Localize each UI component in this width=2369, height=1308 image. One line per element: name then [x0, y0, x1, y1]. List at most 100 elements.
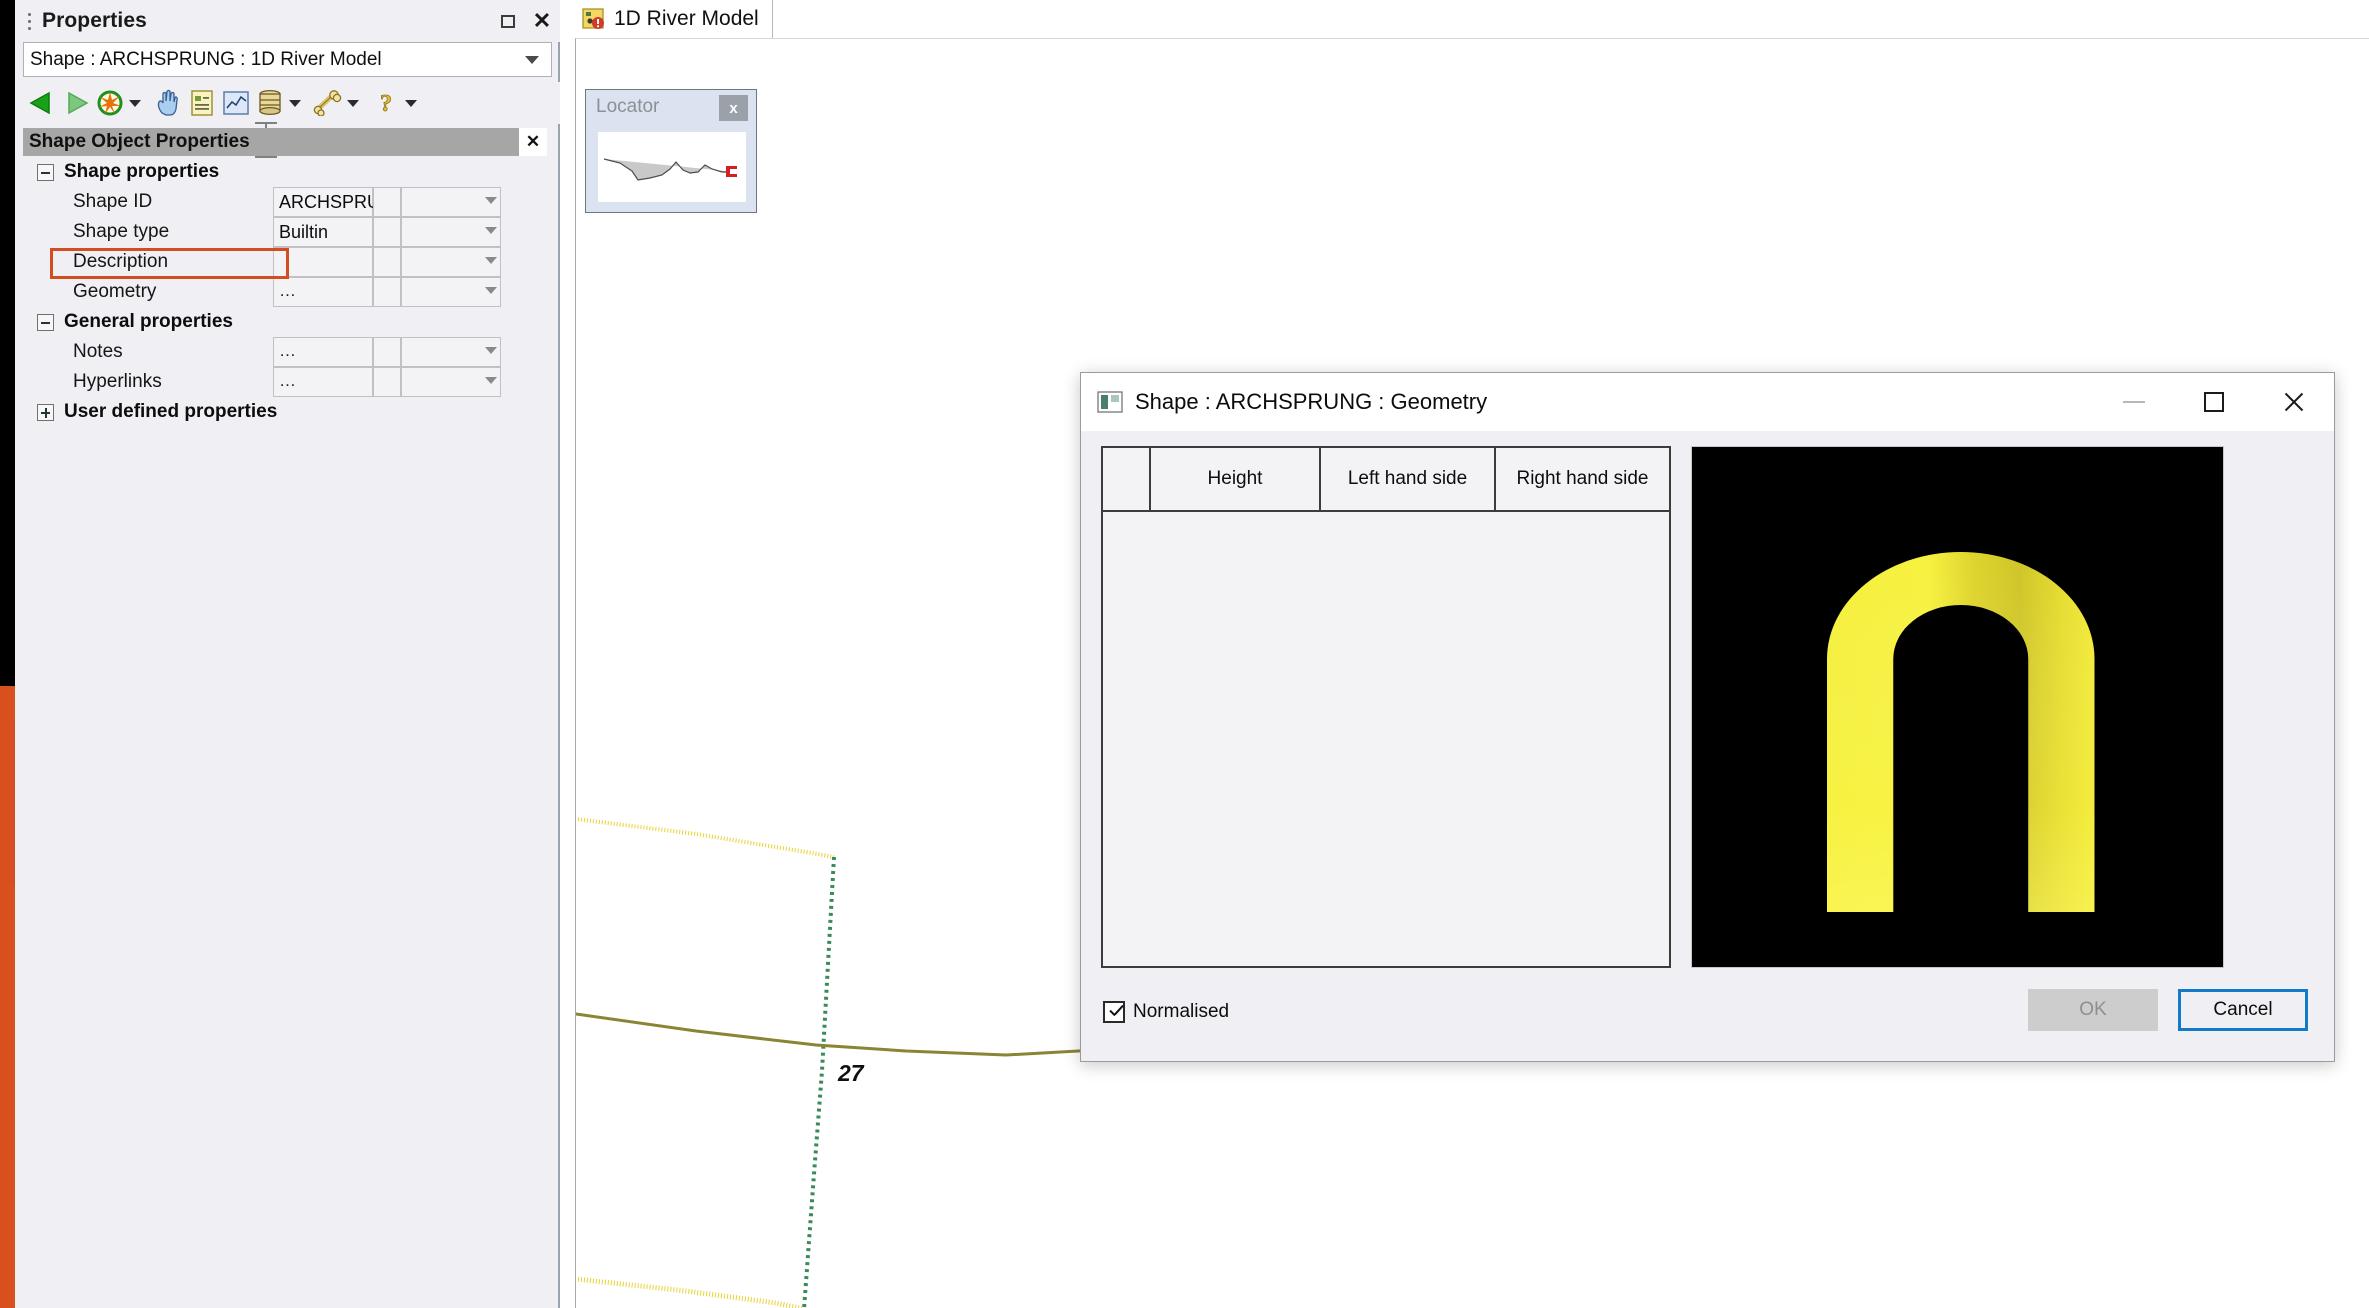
- property-value-geometry[interactable]: …: [273, 277, 373, 307]
- chevron-down-icon[interactable]: [485, 257, 497, 264]
- property-value[interactable]: Builtin: [273, 217, 373, 247]
- dialog-title: Shape : ARCHSPRUNG : Geometry: [1135, 389, 1488, 414]
- property-dropdown-cell[interactable]: [401, 367, 501, 397]
- help-icon: ?: [369, 88, 403, 118]
- property-mid-cell[interactable]: [373, 217, 401, 247]
- help-button[interactable]: ?: [369, 82, 427, 124]
- table-header-height[interactable]: Height: [1151, 448, 1321, 510]
- shape-geometry-icon: [1097, 390, 1123, 414]
- bone-icon: [311, 88, 345, 118]
- shape-geometry-dialog[interactable]: Shape : ARCHSPRUNG : Geometry Height Lef…: [1080, 372, 2335, 1062]
- table-body-empty[interactable]: [1103, 512, 1669, 966]
- chevron-down-icon[interactable]: [347, 99, 359, 107]
- chevron-down-icon[interactable]: [129, 99, 141, 107]
- object-selector-combo[interactable]: Shape : ARCHSPRUNG : 1D River Model: [23, 42, 552, 77]
- pan-button[interactable]: [151, 82, 185, 124]
- locate-button[interactable]: [93, 82, 151, 124]
- table-header-left-hand-side[interactable]: Left hand side: [1321, 448, 1496, 510]
- shape-object-properties-header: Shape Object Properties ✕: [23, 128, 547, 156]
- object-selector-value: Shape : ARCHSPRUNG : 1D River Model: [30, 48, 382, 70]
- chevron-down-icon[interactable]: [485, 197, 497, 204]
- property-row-hyperlinks[interactable]: Hyperlinks …: [15, 367, 560, 397]
- ellipsis-button[interactable]: …: [279, 372, 297, 393]
- property-label: Shape ID: [73, 191, 153, 212]
- collapse-icon[interactable]: [37, 163, 54, 181]
- property-value[interactable]: [273, 247, 373, 277]
- normalised-checkbox[interactable]: [1103, 1001, 1125, 1023]
- ellipsis-button[interactable]: …: [279, 282, 297, 303]
- close-icon[interactable]: ✕: [519, 128, 547, 156]
- tools-button[interactable]: [311, 82, 369, 124]
- property-dropdown-cell[interactable]: [401, 247, 501, 277]
- property-mid-cell[interactable]: [373, 337, 401, 367]
- property-mid-cell[interactable]: [373, 367, 401, 397]
- close-icon[interactable]: x: [719, 95, 748, 121]
- ok-button: OK: [2028, 989, 2158, 1031]
- restore-icon[interactable]: [498, 11, 518, 31]
- properties-titlebar: Properties ✕: [15, 0, 560, 42]
- property-row-shape-id[interactable]: Shape ID ARCHSPRUNG: [15, 187, 560, 217]
- expand-icon[interactable]: [37, 403, 54, 421]
- chevron-down-icon[interactable]: [405, 99, 417, 107]
- normalised-checkbox-row[interactable]: Normalised: [1103, 1001, 1229, 1023]
- locator-title: Locator: [596, 96, 660, 117]
- property-value-notes[interactable]: …: [273, 337, 373, 367]
- locator-window[interactable]: Locator x: [585, 89, 757, 213]
- properties-panel: Properties ✕ Shape : ARCHSPRUNG : 1D Riv…: [15, 0, 560, 1308]
- back-button[interactable]: [25, 82, 59, 124]
- data-button[interactable]: [253, 82, 311, 124]
- group-row-shape-properties[interactable]: Shape properties: [15, 157, 560, 187]
- bank-line-lower: [576, 1276, 805, 1308]
- close-icon[interactable]: [2254, 373, 2334, 431]
- property-value-hyperlinks[interactable]: …: [273, 367, 373, 397]
- chart-icon: [219, 88, 253, 118]
- group-row-user-defined-properties[interactable]: User defined properties: [15, 397, 560, 427]
- property-row-notes[interactable]: Notes …: [15, 337, 560, 367]
- collapse-icon[interactable]: [37, 313, 54, 331]
- close-icon[interactable]: ✕: [532, 10, 552, 32]
- property-mid-cell[interactable]: [373, 187, 401, 217]
- app-root: Properties ✕ Shape : ARCHSPRUNG : 1D Riv…: [0, 0, 2369, 1308]
- cancel-button[interactable]: Cancel: [2178, 989, 2308, 1031]
- property-dropdown-cell[interactable]: [401, 337, 501, 367]
- property-mid-cell[interactable]: [373, 247, 401, 277]
- grip-dots-icon[interactable]: [22, 8, 36, 34]
- property-mid-cell[interactable]: [373, 277, 401, 307]
- database-icon: [253, 88, 287, 118]
- properties-panel-title: Properties: [42, 9, 147, 32]
- dialog-titlebar[interactable]: Shape : ARCHSPRUNG : Geometry: [1081, 373, 2334, 431]
- chevron-down-icon[interactable]: [485, 227, 497, 234]
- table-header-right-hand-side[interactable]: Right hand side: [1496, 448, 1669, 510]
- group-label: General properties: [64, 311, 233, 332]
- minimize-icon[interactable]: [2094, 373, 2174, 431]
- property-dropdown-cell[interactable]: [401, 277, 501, 307]
- properties-toolbar: ?: [15, 82, 560, 124]
- properties-grid: Shape properties Shape ID ARCHSPRUNG Sha…: [15, 157, 560, 427]
- property-label: Shape type: [73, 221, 170, 242]
- hand-icon: [151, 88, 185, 118]
- property-row-shape-type[interactable]: Shape type Builtin: [15, 217, 560, 247]
- property-dropdown-cell[interactable]: [401, 187, 501, 217]
- group-row-general-properties[interactable]: General properties: [15, 307, 560, 337]
- property-row-geometry[interactable]: Geometry …: [15, 277, 560, 307]
- report-button[interactable]: [185, 82, 219, 124]
- chevron-down-icon[interactable]: [525, 55, 539, 64]
- table-header-rownum[interactable]: [1103, 448, 1151, 510]
- graph-button[interactable]: [219, 82, 253, 124]
- property-dropdown-cell[interactable]: [401, 217, 501, 247]
- arch-sprung-preview: [1691, 446, 2224, 968]
- chevron-down-icon[interactable]: [485, 287, 497, 294]
- forward-button[interactable]: [59, 82, 93, 124]
- geometry-table[interactable]: Height Left hand side Right hand side: [1101, 446, 1671, 968]
- tab-1d-river-model[interactable]: 1D River Model: [575, 0, 773, 38]
- property-value[interactable]: ARCHSPRUNG: [273, 187, 407, 217]
- property-row-description[interactable]: Description: [15, 247, 560, 277]
- chevron-down-icon[interactable]: [289, 99, 301, 107]
- document-icon: [185, 88, 219, 118]
- group-label: Shape properties: [64, 161, 220, 182]
- chevron-down-icon[interactable]: [485, 377, 497, 384]
- group-label: User defined properties: [64, 401, 278, 422]
- chevron-down-icon[interactable]: [485, 347, 497, 354]
- ellipsis-button[interactable]: …: [279, 342, 297, 363]
- maximize-icon[interactable]: [2174, 373, 2254, 431]
